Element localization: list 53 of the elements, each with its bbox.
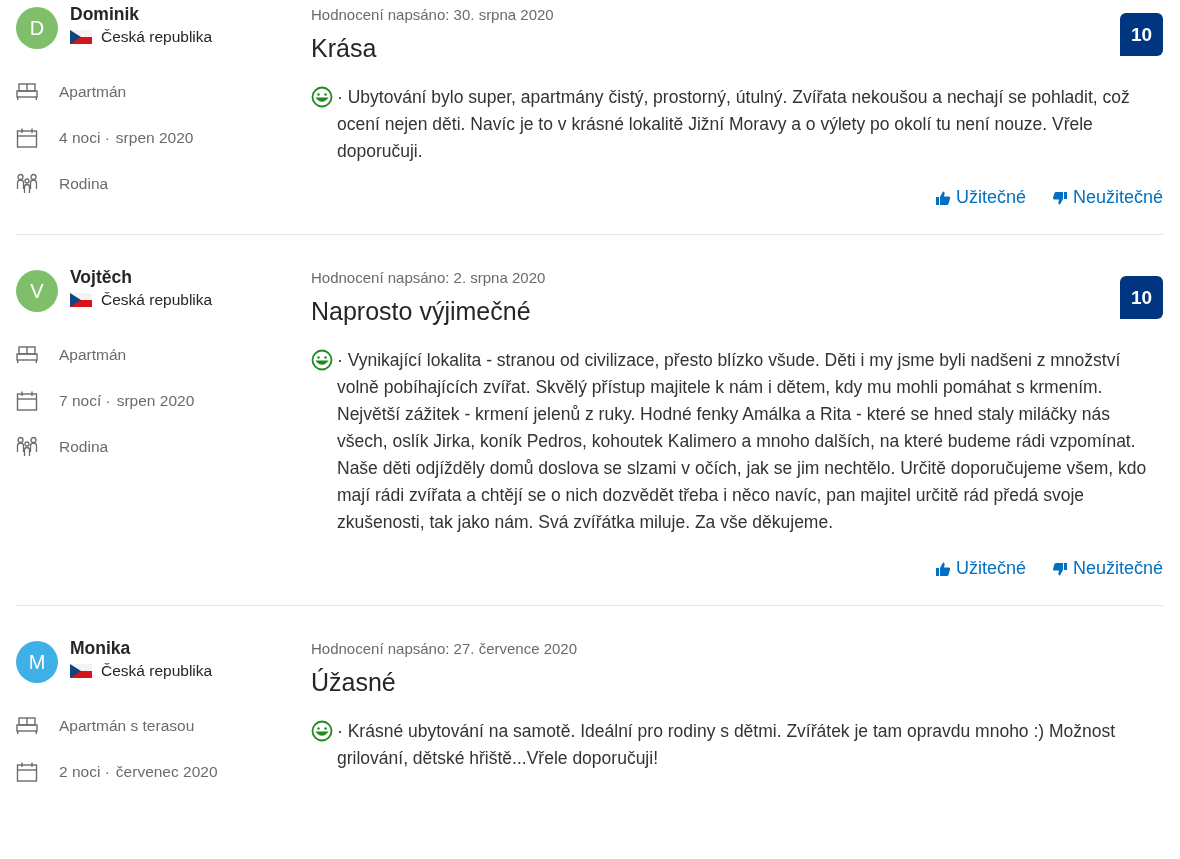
bed-icon [16, 82, 38, 102]
stay-month: srpen 2020 [116, 392, 195, 410]
flag-icon [70, 664, 92, 678]
stay-length: 4 noci · [59, 129, 110, 147]
family-icon [16, 436, 38, 458]
room-type: Apartmán [59, 83, 127, 101]
score-badge: 10 [1120, 276, 1163, 319]
review-title: Úžasné [311, 667, 397, 698]
review-text: · Krásné ubytování na samotě. Ideální pro rodiny s dětmi. Zvířátek je tam opravdu mnoho :) Možnost grilování, dětské hřiště...Vřele doporučuji! [337, 720, 1117, 770]
review-date: Hodnocení napsáno: 30. srpna 2020 [311, 5, 554, 25]
traveler-type: Rodina [59, 175, 109, 193]
thumbs-up-icon [934, 560, 951, 577]
bed-icon [16, 345, 38, 365]
family-icon [16, 173, 38, 195]
unhelpful-button[interactable]: Neužitečné [1051, 558, 1163, 579]
flag-icon [70, 30, 92, 44]
reviewer-name: Monika [70, 637, 132, 660]
reviewer-name: Vojtěch [70, 266, 133, 289]
helpful-button[interactable]: Užitečné [934, 558, 1026, 579]
traveler-type: Rodina [59, 438, 109, 456]
stay-length: 2 noci · [59, 763, 110, 781]
thumbs-up-icon [934, 189, 951, 206]
smiley-icon [311, 349, 333, 371]
country: Česká republika [101, 27, 213, 47]
smiley-icon [311, 86, 333, 108]
avatar: M [16, 641, 58, 683]
avatar: V [16, 270, 58, 312]
stay-month: červenec 2020 [115, 763, 218, 781]
thumbs-down-icon [1051, 189, 1068, 206]
country: Česká republika [101, 661, 213, 681]
review-text: · Ubytování bylo super, apartmány čistý, prostorný, útulný. Zvířata nekoušou a nechají se pohladit, což ocení nejen děti. Navíc je to v krásné lokalitě Jižní Moravy a o výlety po okolí tu není nouze. Vřele doporučuji. [337, 86, 1131, 163]
country: Česká republika [101, 290, 213, 310]
flag-icon [70, 293, 92, 307]
review-title: Naprosto výjimečné [311, 296, 532, 327]
calendar-icon [16, 390, 38, 412]
room-type: Apartmán [59, 346, 127, 364]
review-text: · Vynikající lokalita - stranou od civilizace, přesto blízko všude. Děti i my jsme byli nadšeni z množství volně pobíhajících zvířat. Skvělý přístup majitele k nám i dětem, kdy mu mohli pomáhat s krmením. Největší zážitek - krmení jelenů z ruky. Hodné fenky Amálka a Rita - které se hned staly miláčky nás všech, oslík Jirka, koník Pedros, kohoutek Kalimero a mnoho dalších, na které budeme rádi vzpomínat. Naše děti odjížděly domů doslova se slzami v očích, jak se jim nechtělo. Určitě doporučujeme všem, kdo mají rádi zvířata a chtějí se o nich dozvědět třeba i něco navíc, pan majitel určitě rád předá svoje zkušenosti, tak jako nám. Svá zvířátka miluje. Za vše děkujeme. [337, 349, 1148, 534]
helpful-button[interactable]: Užitečné [934, 187, 1026, 208]
review-date: Hodnocení napsáno: 27. července 2020 [311, 639, 578, 659]
review-date: Hodnocení napsáno: 2. srpna 2020 [311, 268, 546, 288]
review-title: Krása [311, 33, 378, 64]
smiley-icon [311, 720, 333, 742]
room-type: Apartmán s terasou [59, 717, 195, 735]
avatar: D [16, 7, 58, 49]
unhelpful-button[interactable]: Neužitečné [1051, 187, 1163, 208]
stay-month: srpen 2020 [115, 129, 194, 147]
stay-length: 7 nocí · [59, 392, 111, 410]
calendar-icon [16, 761, 38, 783]
thumbs-down-icon [1051, 560, 1068, 577]
calendar-icon [16, 127, 38, 149]
bed-icon [16, 716, 38, 736]
score-badge: 10 [1120, 13, 1163, 56]
reviewer-name: Dominik [70, 3, 141, 26]
